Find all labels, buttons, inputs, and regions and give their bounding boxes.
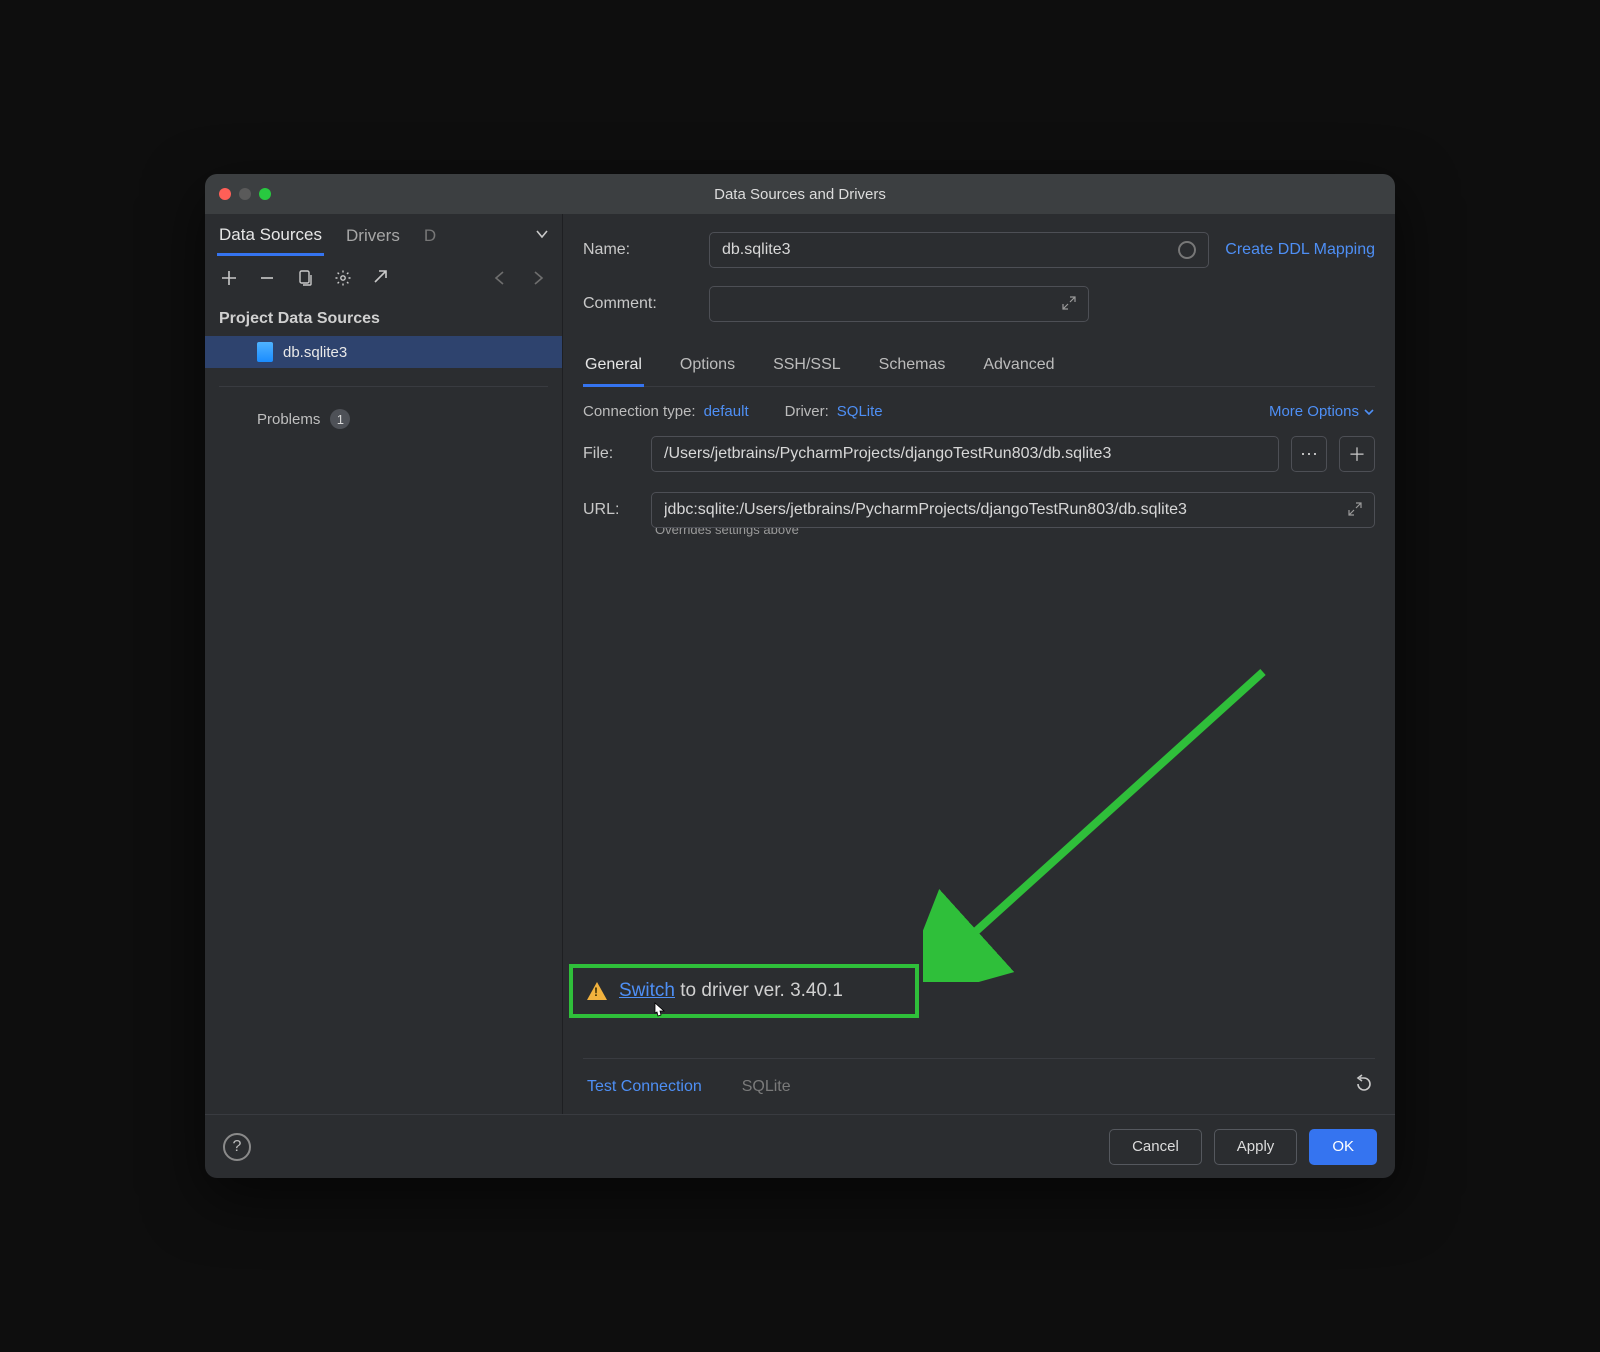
color-picker-icon[interactable] xyxy=(1178,241,1196,259)
test-connection-link[interactable]: Test Connection xyxy=(587,1078,702,1096)
ok-button[interactable]: OK xyxy=(1309,1129,1377,1165)
problems-label: Problems xyxy=(257,411,320,428)
button-bar: ? Cancel Apply OK xyxy=(205,1114,1395,1178)
sqlite-file-icon xyxy=(257,342,273,362)
file-input[interactable]: /Users/jetbrains/PycharmProjects/djangoT… xyxy=(651,436,1279,472)
subtab-options[interactable]: Options xyxy=(678,346,737,386)
name-input[interactable]: db.sqlite3 xyxy=(709,232,1209,268)
tab-data-sources[interactable]: Data Sources xyxy=(217,217,324,256)
tab-truncated[interactable]: D xyxy=(422,218,438,254)
data-sources-dialog: Data Sources and Drivers Data Sources Dr… xyxy=(205,174,1395,1178)
url-input[interactable]: jdbc:sqlite:/Users/jetbrains/PycharmProj… xyxy=(651,492,1375,528)
subtab-general[interactable]: General xyxy=(583,346,644,387)
cursor-pointer-icon xyxy=(649,1001,669,1030)
data-source-item[interactable]: db.sqlite3 xyxy=(205,336,562,368)
cancel-button[interactable]: Cancel xyxy=(1109,1129,1202,1165)
connection-type-value[interactable]: default xyxy=(704,403,749,420)
connection-meta-row: Connection type: default Driver: SQLite … xyxy=(583,387,1375,436)
browse-file-button[interactable]: ⋯ xyxy=(1291,436,1327,472)
driver-value[interactable]: SQLite xyxy=(837,403,883,420)
url-label: URL: xyxy=(583,501,639,519)
sidebar: Data Sources Drivers D xyxy=(205,214,563,1114)
tab-overflow-chevron-icon[interactable] xyxy=(530,222,554,251)
problems-row[interactable]: Problems 1 xyxy=(205,405,562,433)
dialog-body: Data Sources Drivers D xyxy=(205,214,1395,1114)
sidebar-divider xyxy=(219,386,548,387)
dialog-title: Data Sources and Drivers xyxy=(205,186,1395,203)
connection-type-label: Connection type: xyxy=(583,403,696,420)
driver-label: Driver: xyxy=(785,403,829,420)
help-button[interactable]: ? xyxy=(223,1133,251,1161)
reset-icon[interactable] xyxy=(1353,1073,1375,1100)
url-value: jdbc:sqlite:/Users/jetbrains/PycharmProj… xyxy=(664,501,1187,519)
main-spacer: Switch to driver ver. 3.40.1 xyxy=(583,537,1375,1058)
subtab-schemas[interactable]: Schemas xyxy=(877,346,948,386)
name-label: Name: xyxy=(583,241,693,259)
sidebar-toolbar xyxy=(205,258,562,298)
duplicate-icon[interactable] xyxy=(295,268,315,288)
data-source-label: db.sqlite3 xyxy=(283,344,347,361)
more-options-label: More Options xyxy=(1269,403,1359,420)
plus-icon: ＋ xyxy=(1348,441,1366,467)
create-file-button[interactable]: ＋ xyxy=(1339,436,1375,472)
annotation-arrow-icon xyxy=(923,662,1283,982)
expand-icon[interactable] xyxy=(1062,296,1076,313)
remove-icon[interactable] xyxy=(257,268,277,288)
more-options-dropdown[interactable]: More Options xyxy=(1269,403,1375,420)
comment-input[interactable] xyxy=(709,286,1089,322)
ellipsis-icon: ⋯ xyxy=(1300,444,1318,465)
warning-icon xyxy=(587,982,607,1000)
subtab-advanced[interactable]: Advanced xyxy=(981,346,1056,386)
expand-url-icon[interactable] xyxy=(1348,502,1362,519)
subtab-ssh-ssl[interactable]: SSH/SSL xyxy=(771,346,843,386)
make-global-icon[interactable] xyxy=(371,268,391,288)
apply-button[interactable]: Apply xyxy=(1214,1129,1298,1165)
footer-info-row: Test Connection SQLite xyxy=(583,1058,1375,1114)
problems-count-badge: 1 xyxy=(330,409,350,429)
switch-driver-text: to driver ver. 3.40.1 xyxy=(675,980,843,1001)
project-data-sources-header: Project Data Sources xyxy=(205,298,562,336)
add-icon[interactable] xyxy=(219,268,239,288)
switch-driver-link[interactable]: Switch xyxy=(619,980,675,1001)
chevron-down-icon xyxy=(1363,406,1375,418)
titlebar: Data Sources and Drivers xyxy=(205,174,1395,214)
sidebar-tabs: Data Sources Drivers D xyxy=(205,214,562,258)
detail-subtabs: General Options SSH/SSL Schemas Advanced xyxy=(583,346,1375,387)
file-label: File: xyxy=(583,445,639,463)
switch-driver-banner: Switch to driver ver. 3.40.1 xyxy=(569,964,919,1018)
driver-name-footer: SQLite xyxy=(742,1078,791,1096)
file-value: /Users/jetbrains/PycharmProjects/djangoT… xyxy=(664,445,1111,463)
nav-back-icon[interactable] xyxy=(490,268,510,288)
create-ddl-mapping-link[interactable]: Create DDL Mapping xyxy=(1225,241,1375,259)
name-value: db.sqlite3 xyxy=(722,241,791,259)
nav-forward-icon[interactable] xyxy=(528,268,548,288)
tab-drivers[interactable]: Drivers xyxy=(344,218,402,254)
main-panel: Name: db.sqlite3 Create DDL Mapping Comm… xyxy=(563,214,1395,1114)
comment-label: Comment: xyxy=(583,295,693,313)
settings-gear-icon[interactable] xyxy=(333,268,353,288)
